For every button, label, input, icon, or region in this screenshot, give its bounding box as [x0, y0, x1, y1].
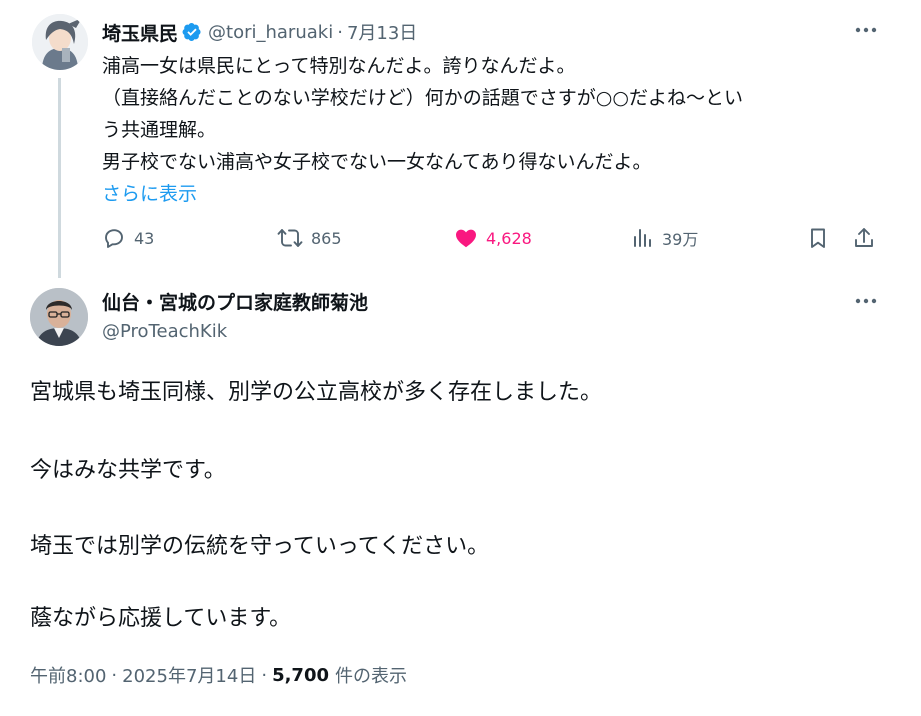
meta-separator: · [111, 664, 118, 686]
reply-icon [105, 229, 123, 248]
analytics-icon [634, 229, 651, 247]
more-icon [855, 298, 877, 304]
reply-avatar[interactable] [30, 288, 88, 346]
reply-views-count: 5,700 [272, 664, 329, 686]
reply-button[interactable]: 43 [102, 222, 154, 254]
reply-more-icon[interactable] [850, 288, 882, 314]
show-more-link[interactable]: さらに表示 [102, 178, 882, 210]
parent-avatar[interactable] [32, 14, 88, 70]
thread-connector [58, 78, 61, 278]
views-count: 39万 [662, 230, 699, 249]
reply-paragraph: 埼玉では別学の伝統を守っていってください。 [30, 534, 490, 559]
views-button[interactable]: 39万 [630, 222, 698, 254]
reply-count: 43 [134, 228, 155, 248]
repost-button[interactable]: 865 [277, 222, 342, 254]
reply-date[interactable]: 2025年7月14日 [122, 662, 256, 688]
parent-date[interactable]: 7月13日 [347, 19, 417, 45]
more-icon [855, 27, 877, 33]
parent-header: 埼玉県民 @tori_haruaki · 7月13日 [102, 18, 417, 46]
parent-handle[interactable]: @tori_haruaki [208, 22, 333, 43]
meta-separator: · [261, 664, 268, 686]
parent-display-name[interactable]: 埼玉県民 [102, 19, 178, 46]
repost-icon [277, 229, 303, 247]
reply-paragraph: 宮城県も埼玉同様、別学の公立高校が多く存在しました。 [30, 380, 603, 405]
like-icon [456, 229, 476, 248]
reply-avatar-photo [30, 288, 88, 346]
reply-views-label: 件の表示 [335, 666, 407, 687]
parent-line: 男子校でない浦高や女子校でない一女なんてあり得ないんだよ。 [102, 151, 652, 173]
bookmark-button[interactable] [806, 222, 838, 254]
reply-paragraph: 今はみな共学です。 [30, 458, 226, 483]
repost-count: 865 [311, 228, 342, 248]
parent-tweet-text: 浦高一女は県民にとって特別なんだよ。誇りなんだよ。 （直接絡んだことのない学校だ… [102, 50, 882, 210]
like-button[interactable]: 4,628 [454, 222, 532, 254]
parent-line: う共通理解。 [102, 119, 217, 141]
parent-action-bar: 43 865 4,628 39万 [102, 222, 882, 254]
parent-more-icon[interactable] [850, 17, 882, 43]
parent-avatar-illustration [32, 14, 88, 70]
parent-line: 浦高一女は県民にとって特別なんだよ。誇りなんだよ。 [102, 55, 576, 77]
verified-badge-icon [182, 23, 201, 41]
reply-time[interactable]: 午前8:00 [30, 662, 106, 688]
reply-paragraph: 蔭ながら応援しています。 [30, 606, 292, 631]
like-count: 4,628 [486, 228, 532, 248]
share-button[interactable] [852, 222, 884, 254]
reply-display-name[interactable]: 仙台・宮城のプロ家庭教師菊池 [102, 288, 368, 315]
share-icon [855, 228, 873, 247]
bookmark-icon [811, 228, 825, 248]
reply-metadata: 午前8:00 · 2025年7月14日 · 5,700 件の表示 [30, 662, 407, 688]
parent-line: （直接絡んだことのない学校だけど）何かの話題でさすが○○だよね〜とい [102, 87, 743, 109]
parent-separator: · [337, 21, 343, 43]
reply-handle[interactable]: @ProTeachKik [102, 321, 227, 342]
